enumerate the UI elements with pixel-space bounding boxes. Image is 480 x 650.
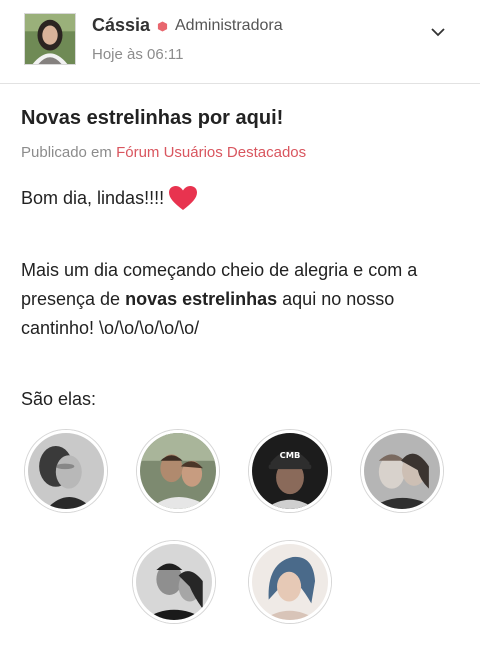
greeting-line: Bom dia, lindas!!!! [21, 185, 198, 211]
forum-link[interactable]: Fórum Usuários Destacados [116, 144, 306, 161]
author-avatar[interactable] [24, 13, 76, 65]
member-photo[interactable] [361, 430, 443, 512]
chevron-down-icon[interactable] [430, 26, 446, 38]
member-photo-image [136, 544, 212, 620]
paragraph-bold: novas estrelinhas [125, 289, 278, 309]
post-title: Novas estrelinhas por aqui! [21, 107, 284, 129]
member-photo-image: CMB [252, 433, 328, 509]
greeting-text: Bom dia, lindas!!!! [21, 187, 165, 208]
member-photo-image [140, 433, 216, 509]
member-photo[interactable] [137, 430, 219, 512]
forum-post: Cássia Administradora Hoje às 06:11 Nova… [0, 0, 480, 650]
published-line: Publicado em Fórum Usuários Destacados [21, 144, 306, 161]
author-name[interactable]: Cássia [92, 15, 150, 36]
cap-text: CMB [280, 450, 301, 460]
sao-elas-label: São elas: [21, 389, 97, 409]
post-timestamp: Hoje às 06:11 [92, 46, 184, 63]
member-photo[interactable]: CMB [249, 430, 331, 512]
member-photo[interactable] [133, 541, 215, 623]
post-header: Cássia Administradora Hoje às 06:11 [0, 0, 480, 84]
member-photo-image [252, 544, 328, 620]
heart-icon [169, 186, 198, 210]
avatar-image [25, 14, 75, 64]
published-prefix: Publicado em [21, 144, 112, 161]
member-photo[interactable] [25, 430, 107, 512]
post-paragraph: Mais um dia começando cheio de alegria e… [21, 256, 461, 343]
member-photo[interactable] [249, 541, 331, 623]
author-role: Administradora [175, 17, 283, 34]
member-photo-image [28, 433, 104, 509]
member-photo-image [364, 433, 440, 509]
hexagon-badge-icon [157, 21, 168, 32]
